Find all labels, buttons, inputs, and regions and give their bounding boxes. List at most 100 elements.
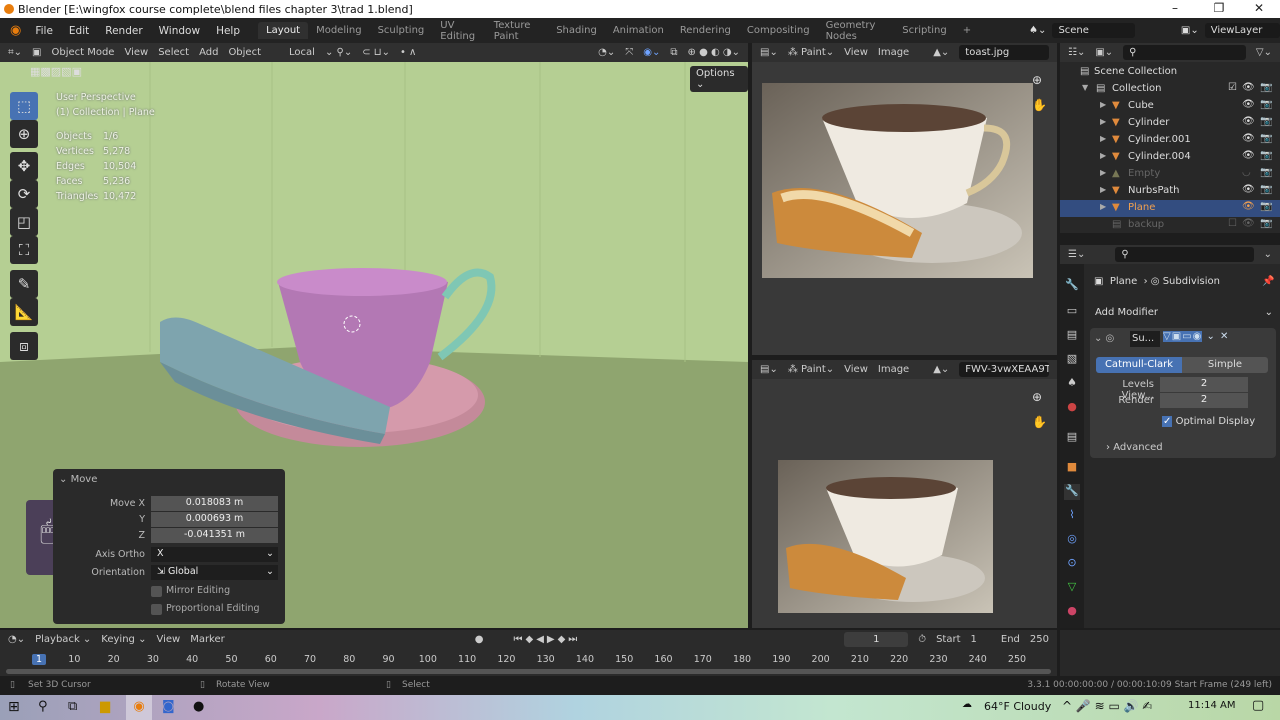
overlay-icon[interactable]: ◉⌄ [643,47,660,58]
add-workspace-button[interactable]: + [955,22,979,39]
tab-geometry-nodes[interactable]: Geometry Nodes [818,17,895,45]
tab-animation[interactable]: Animation [605,22,672,39]
file-explorer-icon[interactable]: ▆ [100,699,110,714]
blender-taskbar-icon[interactable]: ◉ [126,695,152,720]
task-view-icon[interactable]: ⧉ [68,699,77,714]
outliner-search-input[interactable]: ⚲ [1123,45,1246,60]
move-panel-header[interactable]: ⌄ Move [59,474,97,485]
obs-taskbar-icon[interactable]: ● [193,699,204,714]
tab-sculpting[interactable]: Sculpting [370,22,433,39]
scene-icon[interactable]: ♠⌄ [1029,25,1046,36]
tab-texture-paint[interactable]: Texture Paint [486,17,548,45]
add-modifier-dropdown[interactable]: Add Modifier ⌄ [1092,305,1276,323]
camera-icon[interactable]: 📷 [1260,116,1272,127]
viewport-menu-object[interactable]: Object [228,47,261,58]
eye-closed-icon[interactable]: ◡ [1242,167,1251,178]
transform-orientation-dropdown[interactable]: Local [289,47,315,58]
object-tab-icon[interactable]: ■ [1064,460,1080,476]
image-menu-image[interactable]: Image [878,47,909,58]
tab-uv-editing[interactable]: UV Editing [432,17,486,45]
options-button[interactable]: Options ⌄ [690,66,748,92]
image-menu-view[interactable]: View [844,47,868,58]
image-menu-view[interactable]: View [844,364,868,375]
scale-tool[interactable]: ◰ [10,208,38,236]
eye-icon[interactable]: 👁 [1242,133,1255,144]
modifier-toggle-icons[interactable]: ▽▣▭◉ ⌄ ✕ [1163,331,1229,342]
tab-shading[interactable]: Shading [548,22,605,39]
move-z-field[interactable]: -0.041351 m [151,528,278,543]
view-layer-tab-icon[interactable]: ▧ [1064,352,1080,368]
render-tab-icon[interactable]: ▭ [1064,304,1080,320]
gizmo-icon[interactable]: ⤧ [625,47,633,58]
selection-mode-icons[interactable]: ▦▩▨▧▣ [30,65,116,81]
add-cube-tool[interactable]: ⧈ [10,332,38,360]
camera-icon[interactable]: 📷 [1260,150,1272,161]
tool-tab-icon[interactable]: 🔧 [1064,278,1080,294]
snap-icon[interactable]: ⊂ ⊔⌄ [362,47,390,58]
zoom-icon[interactable]: ⊕ [1032,73,1042,87]
outliner-scene-collection[interactable]: ▤ Scene Collection [1060,64,1280,81]
axis-ortho-dropdown[interactable]: X ⌄ [151,547,278,562]
eye-icon[interactable]: 👁 [1242,82,1255,93]
outliner-item-nurbspath[interactable]: ▶ ▼ NurbsPath 👁 📷 [1060,183,1280,200]
eye-icon[interactable]: 👁 [1242,184,1255,195]
world-tab-icon[interactable]: ● [1064,400,1080,416]
editor-type-icon[interactable]: ▤⌄ [760,47,778,58]
display-mode-icon[interactable]: ▣⌄ [1095,47,1113,58]
outliner-item-cylinder[interactable]: ▶ ▼ Cylinder 👁 📷 [1060,115,1280,132]
viewport-menu-select[interactable]: Select [158,47,189,58]
tab-compositing[interactable]: Compositing [739,22,818,39]
tab-modeling[interactable]: Modeling [308,22,370,39]
editor-type-icon[interactable]: ▤⌄ [760,364,778,375]
modifier-name-field[interactable]: Su... [1130,331,1160,347]
camera-icon[interactable]: 📷 [1260,201,1272,212]
viewport-menu-add[interactable]: Add [199,47,218,58]
paint-mode-dropdown[interactable]: ⁂ Paint⌄ [788,364,834,375]
frame-ruler[interactable]: 1 10 20 30 40 50 60 70 80 90 100 110 120 130 140 150 160… [0,652,1057,668]
start-icon[interactable]: ⊞ [8,699,20,715]
eye-icon[interactable]: 👁 [1242,218,1255,229]
menu-window[interactable]: Window [151,25,208,37]
timeline-scrollbar[interactable] [6,669,1051,674]
viewport-menu-view[interactable]: View [124,47,148,58]
outliner-item-plane[interactable]: ▶ ▼ Plane 👁 📷 [1060,200,1280,217]
weather-text[interactable]: 64°F Cloudy [984,700,1051,713]
tray-icons[interactable]: ^ 🎤 ≋ ▭ 🔊 ✍ [1062,699,1152,713]
playback-menu[interactable]: Playback ⌄ [35,634,91,645]
current-frame-field[interactable]: 1 [844,632,909,647]
image-editor-bottom[interactable]: ▤⌄ ⁂ Paint⌄ View Image ▲⌄ FWV-3vwXEAA9TE… [752,360,1057,628]
app-taskbar-icon[interactable]: ◙ [162,699,175,714]
mirror-editing-checkbox[interactable] [151,586,162,597]
measure-tool[interactable]: 📐 [10,298,38,326]
notifications-icon[interactable]: ▢ [1252,698,1264,713]
outliner-backup-collection[interactable]: ▤ backup ☐ 👁 📷 [1060,217,1280,234]
image-browse-icon[interactable]: ▲⌄ [933,364,949,375]
timeline-menu-view[interactable]: View [156,634,180,645]
editor-type-icon[interactable]: ⌗⌄ [8,47,22,58]
levels-viewport-field[interactable]: 2 [1160,377,1248,392]
constraints-tab-icon[interactable]: ⊙ [1064,556,1080,572]
camera-icon[interactable]: 📷 [1260,82,1272,93]
annotate-tool[interactable]: ✎ [10,270,38,298]
camera-icon[interactable]: 📷 [1260,99,1272,110]
clock[interactable]: 11:14 AM [1188,700,1235,711]
eye-icon[interactable]: 👁 [1242,150,1255,161]
image-name-field[interactable]: FWV-3vwXEAA9TEe.jl [959,362,1049,377]
camera-icon[interactable]: 📷 [1260,218,1272,229]
collection-tab-icon[interactable]: ▤ [1064,430,1080,446]
pan-hand-icon[interactable]: ✋ [1032,415,1047,429]
data-tab-icon[interactable]: ▽ [1064,580,1080,596]
image-editor-top[interactable]: ▤⌄ ⁂ Paint⌄ View Image ▲⌄ toast.jpg ⊕ ✋ [752,43,1057,355]
timeline-menu-marker[interactable]: Marker [190,634,225,645]
tab-rendering[interactable]: Rendering [672,22,739,39]
outliner-item-cube[interactable]: ▶ ▼ Cube 👁 📷 [1060,98,1280,115]
proportional-editing-checkbox[interactable] [151,604,162,615]
record-icon[interactable]: ● [475,634,484,645]
modifier-collapse-icon[interactable]: ⌄ ◎ [1094,333,1114,344]
blender-menu-icon[interactable]: ◉ [0,23,27,38]
tab-scripting[interactable]: Scripting [894,22,954,39]
end-frame-field[interactable]: 250 [1030,634,1049,645]
modifier-tab-icon[interactable]: 🔧 [1064,484,1080,500]
view-layer-icon[interactable]: ▣⌄ [1181,25,1199,36]
move-x-field[interactable]: 0.018083 m [151,496,278,511]
